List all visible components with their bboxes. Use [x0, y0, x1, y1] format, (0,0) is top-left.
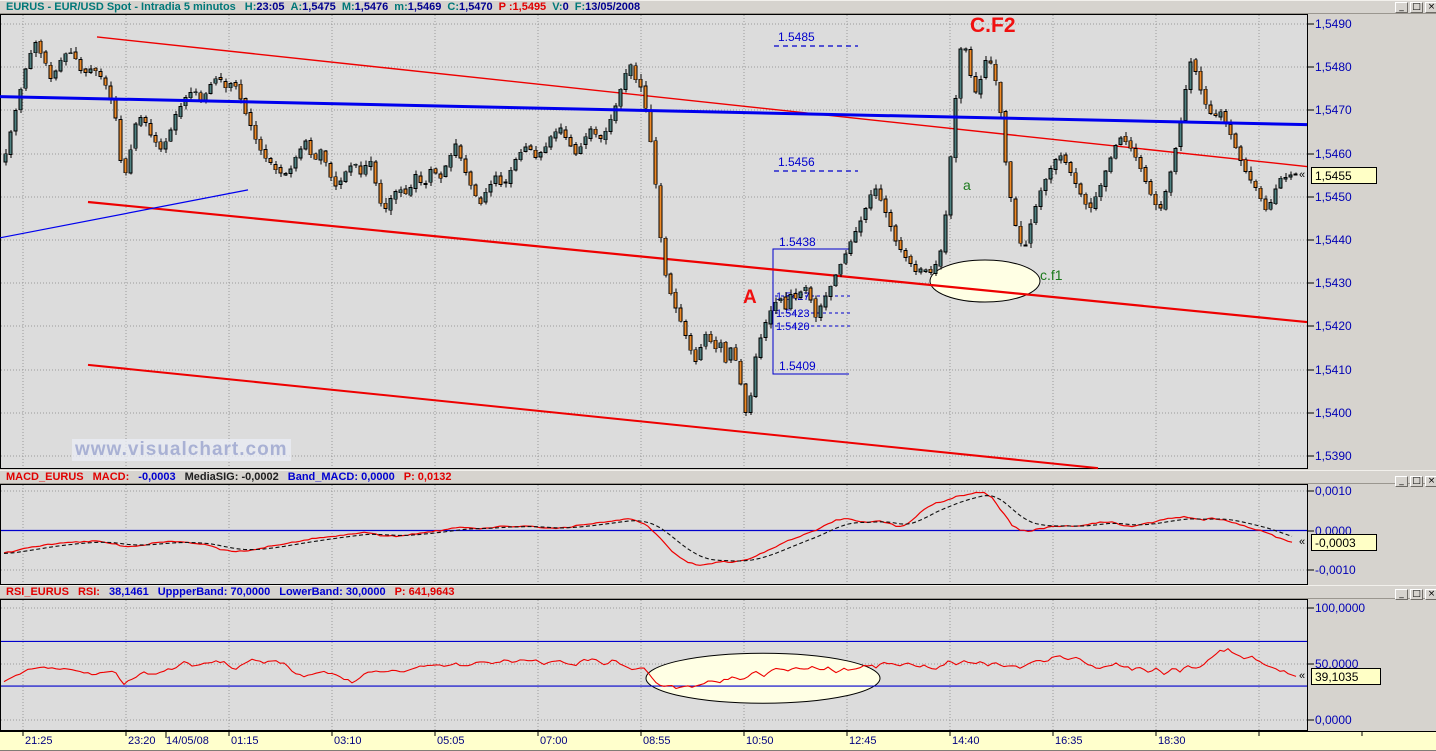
maximize-button[interactable]: □ — [1410, 589, 1423, 600]
last-price-box: 1,5455 — [1311, 167, 1377, 184]
annotation-cf2: C.F2 — [970, 14, 1016, 37]
axis-tick-label: 1,5390 — [1315, 449, 1352, 463]
price-level-label: 1.5438 — [779, 235, 816, 249]
close-button[interactable]: × — [1425, 476, 1436, 487]
minimize-button[interactable]: _ — [1395, 476, 1408, 487]
chart-window: EURUS - EUR/USD Spot - Intradia 5 minuto… — [0, 0, 1436, 751]
axis-tick-label: 1,5460 — [1315, 147, 1352, 161]
macd-window-buttons: _ □ × — [1395, 476, 1436, 487]
price-level-label: 1.5456 — [778, 155, 815, 169]
axis-tick-label: 100,0000 — [1315, 601, 1366, 615]
price-level-label: 1.5409 — [779, 359, 816, 373]
axis-tick-label: 1,5470 — [1315, 103, 1352, 117]
annotation-a-upper: A — [743, 287, 757, 308]
annotation-a-lower: a — [963, 177, 971, 193]
rsi-value-axis[interactable]: 100,0000 50,0000 0,0000 — [1308, 599, 1436, 731]
axis-tick-label: 0,0000 — [1315, 713, 1352, 727]
axis-tick-label: 1,5440 — [1315, 233, 1352, 247]
axis-tick-label: 1,5400 — [1315, 406, 1352, 420]
minimize-button[interactable]: _ — [1395, 2, 1408, 13]
minimize-button[interactable]: _ — [1395, 589, 1408, 600]
maximize-button[interactable]: □ — [1410, 2, 1423, 13]
price-level-label: 1.5485 — [778, 30, 815, 44]
price-marker-arrow-icon: « — [1299, 169, 1306, 181]
axis-tick-label: -0,0010 — [1315, 563, 1356, 577]
macd-marker-arrow-icon: « — [1299, 536, 1306, 548]
watermark: www.visualchart.com — [72, 439, 291, 461]
rsi-marker-arrow-icon: « — [1299, 670, 1306, 682]
chart-canvas[interactable]: 1.54851.54561.54381.54091.54271.54231.54… — [0, 0, 1436, 751]
axis-tick-label: 0,0010 — [1315, 484, 1352, 498]
rsi-window-buttons: _ □ × — [1395, 589, 1436, 600]
price-level-label: 1.5420 — [776, 321, 810, 333]
maximize-button[interactable]: □ — [1410, 476, 1423, 487]
axis-tick-label: 1,5490 — [1315, 17, 1352, 31]
main-price-axis[interactable]: 1,5490 1,5480 1,5470 1,5460 1,5450 1,5440 1,54… — [1308, 14, 1436, 470]
annotation-cf1: c.f1 — [1040, 267, 1063, 283]
axis-tick-label: 1,5430 — [1315, 276, 1352, 290]
axis-tick-label: 1,5420 — [1315, 319, 1352, 333]
close-button[interactable]: × — [1425, 589, 1436, 600]
close-button[interactable]: × — [1425, 2, 1436, 13]
main-window-buttons: _ □ × — [1395, 2, 1436, 13]
macd-value-box: -0,0003 — [1311, 534, 1377, 551]
axis-tick-label: 1,5450 — [1315, 190, 1352, 204]
axis-tick-label: 1,5480 — [1315, 60, 1352, 74]
price-level-label: 1.5423 — [776, 308, 810, 320]
rsi-value-box: 39,1035 — [1311, 668, 1381, 685]
axis-tick-label: 1,5410 — [1315, 363, 1352, 377]
